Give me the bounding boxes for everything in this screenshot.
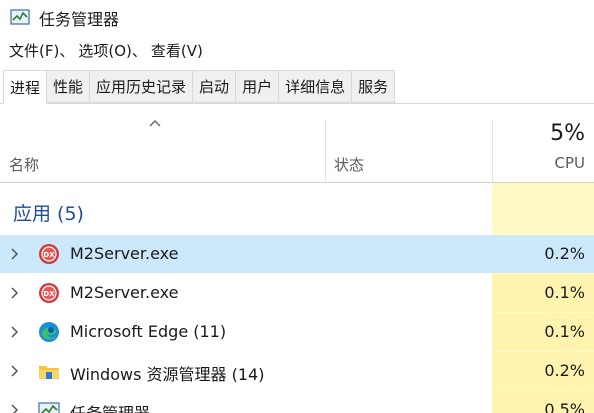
process-name: Microsoft Edge (11) [70, 322, 227, 341]
tab-details[interactable]: 详细信息 [279, 70, 353, 103]
tab-startup[interactable]: 启动 [193, 70, 237, 103]
column-status-header[interactable]: 状态 [334, 154, 364, 175]
tab-processes[interactable]: 进程 [3, 70, 48, 104]
process-name: M2Server.exe [70, 244, 179, 263]
process-cpu: 0.1% [544, 283, 585, 302]
m2server-icon: DX [39, 244, 59, 264]
tab-strip: 进程 性能 应用历史记录 启动 用户 详细信息 服务 [3, 70, 396, 104]
menu-bar: 文件(F)、 选项(O)、 查看(V) [0, 40, 203, 62]
column-separator[interactable] [492, 120, 493, 182]
process-row[interactable]: DX M2Server.exe 0.2% [0, 235, 594, 273]
cpu-total-percent: 5% [550, 121, 585, 146]
process-cpu: 0.5% [544, 400, 585, 413]
process-name: Windows 资源管理器 (14) [70, 365, 265, 384]
process-cpu: 0.2% [544, 244, 585, 263]
chevron-right-icon[interactable] [9, 364, 21, 378]
tab-services[interactable]: 服务 [352, 70, 396, 103]
window-title: 任务管理器 [39, 10, 120, 29]
group-title-apps: 应用 (5) [13, 203, 84, 225]
edge-icon [39, 322, 59, 342]
m2server-icon: DX [39, 283, 59, 303]
process-row[interactable]: Windows 资源管理器 (14) 0.2% [0, 352, 594, 390]
process-row[interactable]: DX M2Server.exe 0.1% [0, 274, 594, 312]
column-cpu-header[interactable]: CPU [555, 154, 586, 172]
process-row[interactable]: Microsoft Edge (11) 0.1% [0, 313, 594, 351]
task-manager-app-icon [10, 9, 30, 25]
tab-app-history[interactable]: 应用历史记录 [90, 70, 194, 103]
process-name: 任务管理器 [70, 400, 150, 413]
sort-ascending-icon[interactable] [148, 118, 162, 128]
menu-file[interactable]: 文件(F)、 [0, 40, 74, 62]
tab-users[interactable]: 用户 [236, 70, 280, 103]
svg-text:DX: DX [43, 251, 55, 259]
process-row[interactable]: 任务管理器 0.5% [0, 391, 594, 413]
menu-view[interactable]: 查看(V) [147, 40, 203, 62]
chevron-right-icon[interactable] [9, 403, 21, 413]
process-cpu: 0.1% [544, 322, 585, 341]
chevron-right-icon[interactable] [9, 247, 21, 261]
title-bar: 任务管理器 [0, 0, 594, 34]
column-name-header[interactable]: 名称 [9, 154, 39, 175]
chevron-right-icon[interactable] [9, 325, 21, 339]
menu-options[interactable]: 选项(O)、 [74, 40, 147, 62]
tab-performance[interactable]: 性能 [47, 70, 91, 103]
process-cpu: 0.2% [544, 361, 585, 380]
svg-text:DX: DX [43, 290, 55, 298]
folder-icon [39, 366, 59, 379]
process-name: M2Server.exe [70, 283, 179, 302]
column-header [0, 104, 594, 183]
chevron-right-icon[interactable] [9, 286, 21, 300]
column-separator[interactable] [325, 120, 326, 182]
task-manager-icon [38, 402, 60, 413]
